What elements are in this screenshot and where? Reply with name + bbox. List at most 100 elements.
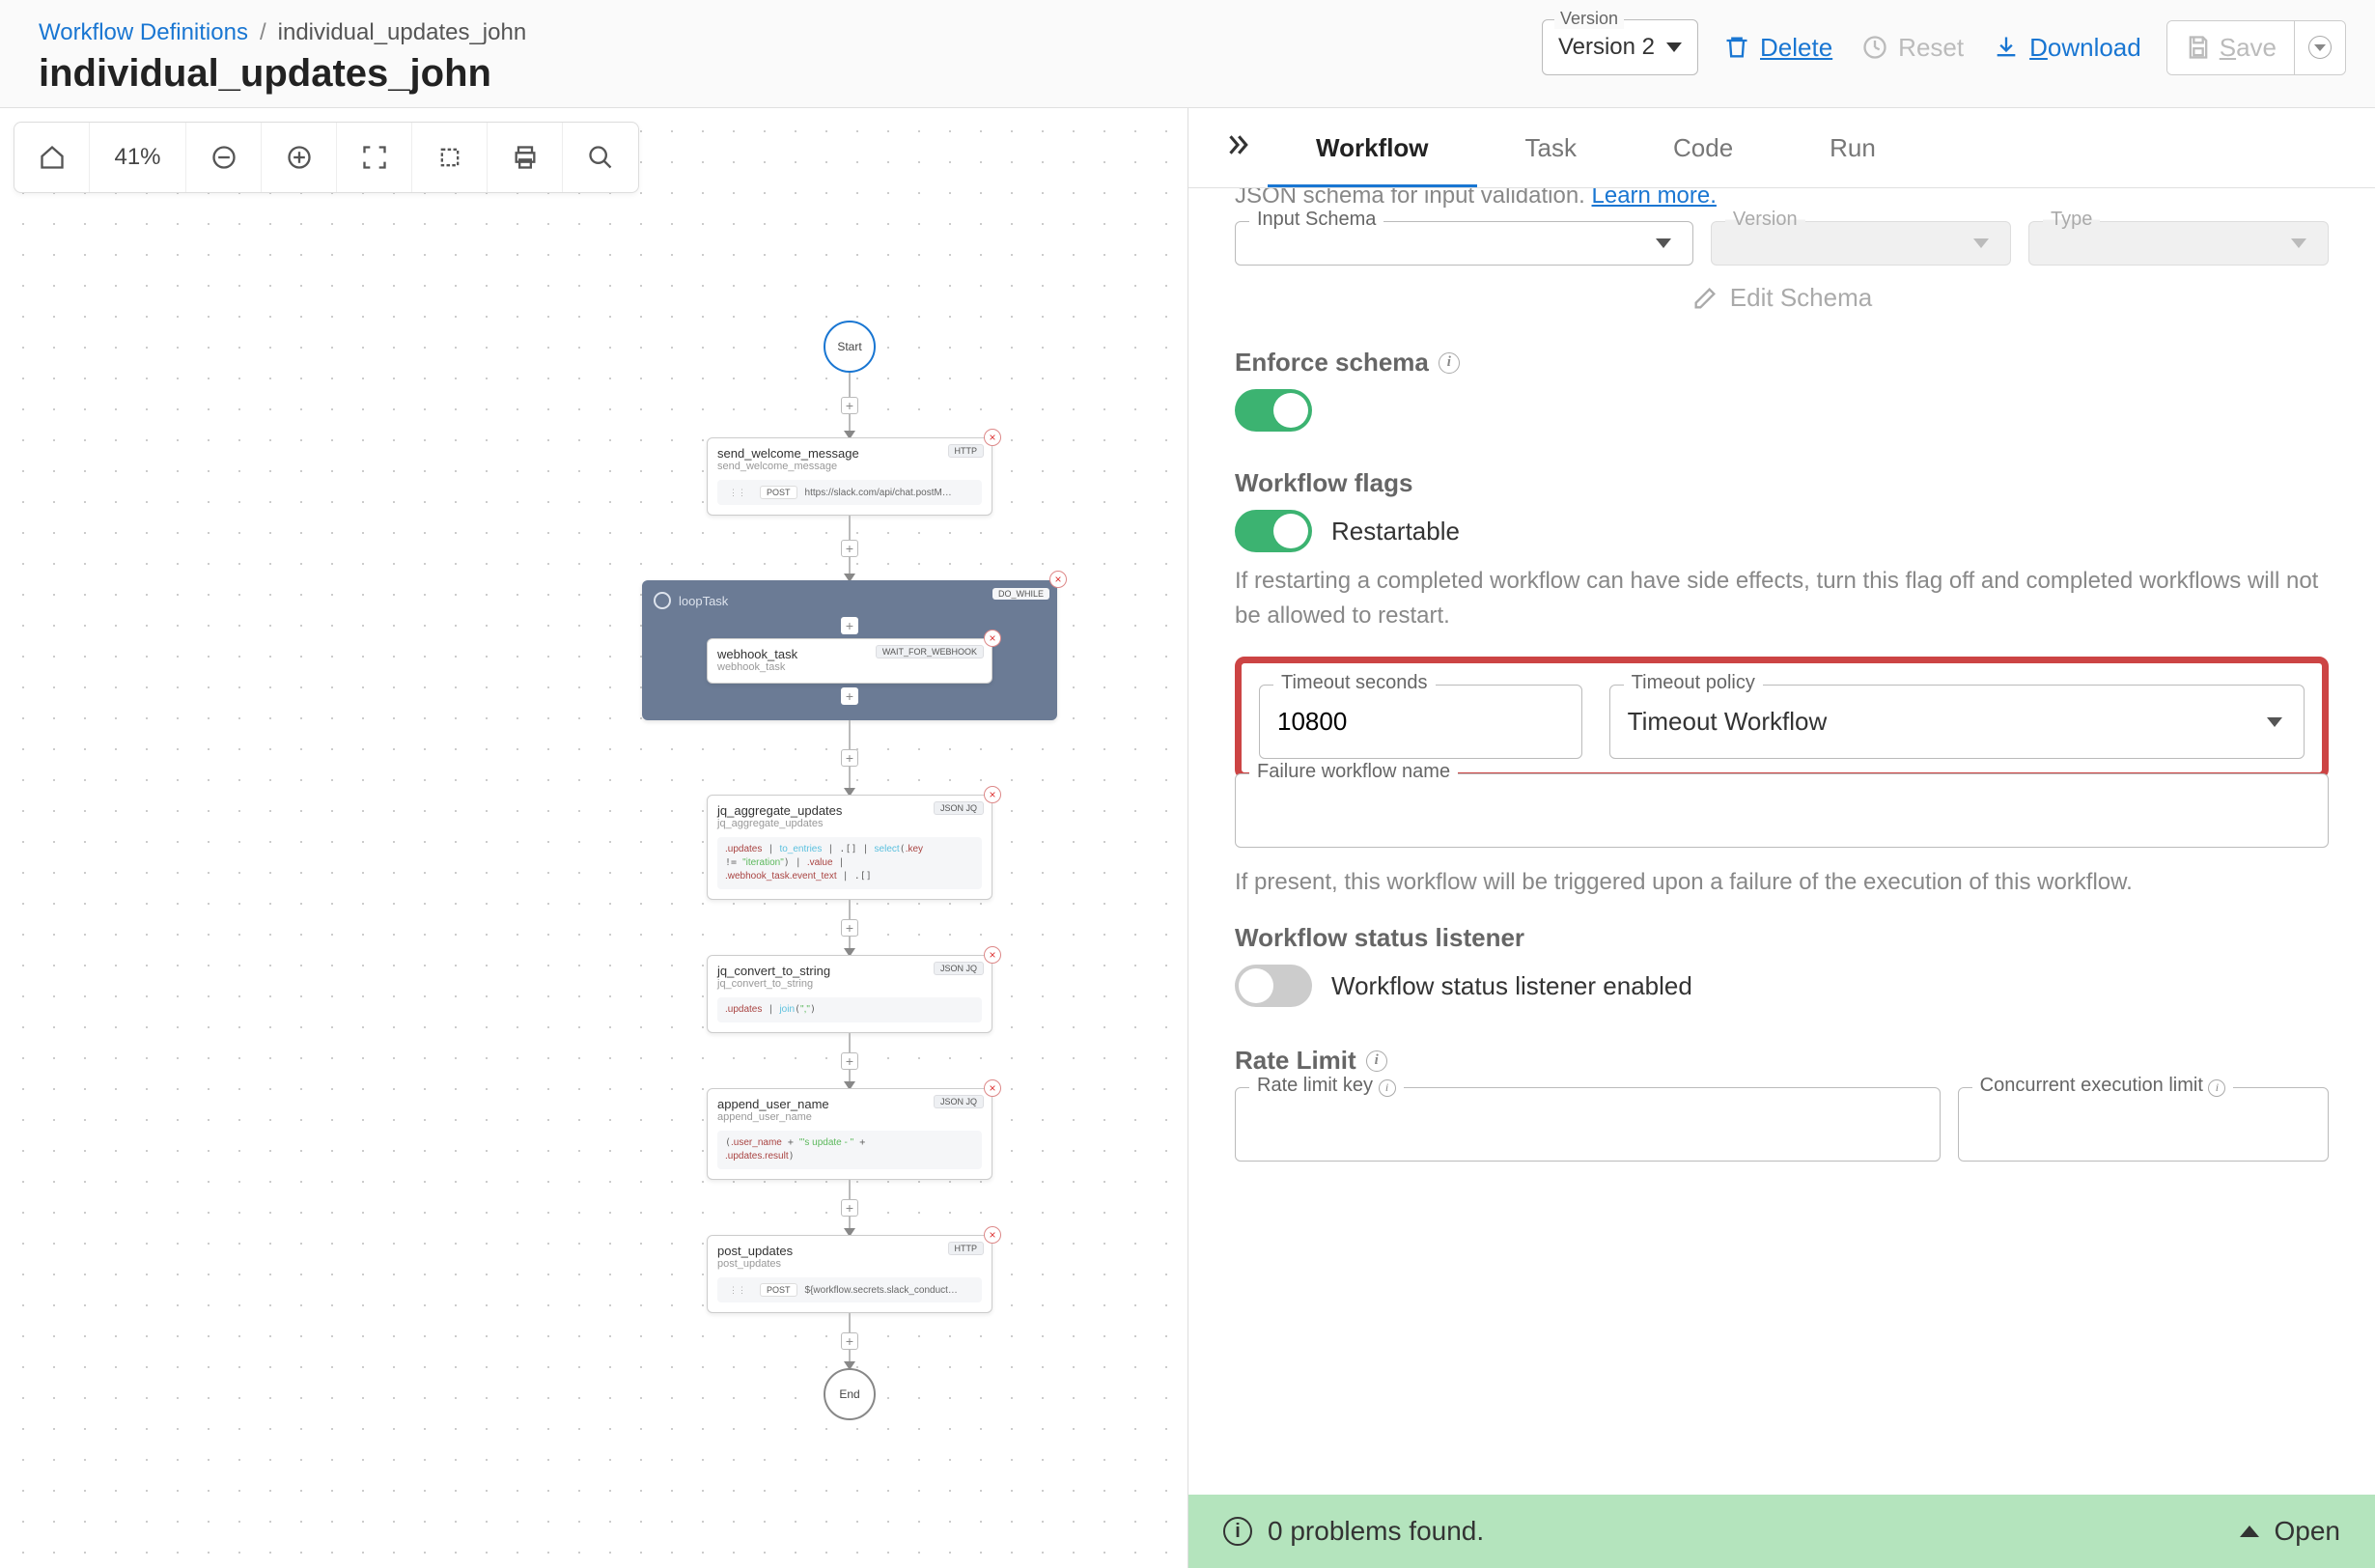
add-node-button[interactable]: + bbox=[841, 1052, 858, 1070]
plus-circle-icon bbox=[286, 144, 313, 171]
add-node-button[interactable]: + bbox=[841, 1199, 858, 1217]
input-schema-select[interactable]: Input Schema bbox=[1235, 221, 1693, 266]
concurrent-limit-input[interactable] bbox=[1976, 1109, 2310, 1139]
task-subtitle: append_user_name bbox=[717, 1111, 982, 1123]
add-node-button[interactable]: + bbox=[841, 397, 858, 414]
tab-task[interactable]: Task bbox=[1477, 108, 1625, 187]
page-title: individual_updates_john bbox=[39, 52, 526, 96]
info-circle-icon: i bbox=[1223, 1517, 1252, 1546]
failure-workflow-input[interactable] bbox=[1253, 796, 2310, 826]
close-icon[interactable]: × bbox=[984, 429, 1001, 446]
minus-circle-icon bbox=[210, 144, 238, 171]
zoom-out-button[interactable] bbox=[186, 123, 262, 192]
end-node[interactable]: End bbox=[824, 1368, 876, 1420]
workflow-diagram: Start + × HTTP send_welcome_message send… bbox=[657, 321, 1043, 1420]
task-badge: WAIT_FOR_WEBHOOK bbox=[876, 645, 984, 658]
field-label: Rate limit key i bbox=[1249, 1075, 1404, 1097]
task-node-jq-convert[interactable]: × JSON JQ jq_convert_to_string jq_conver… bbox=[707, 955, 992, 1033]
edit-schema-button[interactable]: Edit Schema bbox=[1235, 283, 2329, 313]
field-label: Timeout policy bbox=[1624, 672, 1763, 694]
status-listener-toggle[interactable] bbox=[1235, 965, 1312, 1007]
task-title: post_updates bbox=[717, 1244, 982, 1258]
task-node-append-user[interactable]: × JSON JQ append_user_name append_user_n… bbox=[707, 1088, 992, 1180]
rate-limit-key-field[interactable]: Rate limit key i bbox=[1235, 1087, 1941, 1162]
http-url: https://slack.com/api/chat.postM… bbox=[805, 488, 952, 498]
field-label: Type bbox=[2043, 209, 2100, 231]
add-node-button[interactable]: + bbox=[841, 1332, 858, 1350]
timeout-seconds-field[interactable]: Timeout seconds bbox=[1259, 685, 1582, 759]
add-node-button[interactable]: + bbox=[841, 919, 858, 937]
concurrent-limit-field[interactable]: Concurrent execution limit i bbox=[1958, 1087, 2329, 1162]
home-button[interactable] bbox=[14, 123, 90, 192]
breadcrumb-sep: / bbox=[260, 19, 266, 46]
save-button-group: Save bbox=[2166, 20, 2346, 75]
task-node-send-welcome[interactable]: × HTTP send_welcome_message send_welcome… bbox=[707, 437, 992, 516]
task-subtitle: jq_aggregate_updates bbox=[717, 818, 982, 829]
enforce-schema-toggle[interactable] bbox=[1235, 389, 1312, 432]
workflow-flags-heading: Workflow flags bbox=[1235, 468, 2329, 498]
loop-node[interactable]: × DO_WHILE loopTask + × WAIT_FOR_WEBHOOK… bbox=[642, 580, 1057, 720]
close-icon[interactable]: × bbox=[1049, 571, 1067, 588]
close-icon[interactable]: × bbox=[984, 1079, 1001, 1097]
task-subtitle: jq_convert_to_string bbox=[717, 978, 982, 990]
zoom-level[interactable]: 41% bbox=[90, 123, 186, 192]
collapse-panel-button[interactable] bbox=[1208, 115, 1268, 182]
restartable-label: Restartable bbox=[1331, 517, 1460, 546]
add-node-button[interactable]: + bbox=[841, 687, 858, 705]
tab-workflow[interactable]: Workflow bbox=[1268, 108, 1477, 187]
info-icon[interactable]: i bbox=[1379, 1079, 1396, 1097]
reset-button[interactable]: Reset bbox=[1858, 27, 1968, 69]
task-subtitle: post_updates bbox=[717, 1258, 982, 1270]
info-icon[interactable]: i bbox=[1366, 1050, 1387, 1072]
tab-code[interactable]: Code bbox=[1625, 108, 1781, 187]
save-dropdown[interactable] bbox=[2295, 21, 2345, 74]
search-button[interactable] bbox=[563, 123, 638, 192]
print-button[interactable] bbox=[488, 123, 563, 192]
rate-limit-key-input[interactable] bbox=[1253, 1109, 1922, 1139]
problems-bar[interactable]: i 0 problems found. Open bbox=[1188, 1495, 2375, 1568]
breadcrumb-root-link[interactable]: Workflow Definitions bbox=[39, 19, 248, 46]
download-button[interactable]: Download bbox=[1989, 27, 2145, 69]
task-badge: JSON JQ bbox=[934, 1095, 984, 1108]
task-node-post-updates[interactable]: × HTTP post_updates post_updates ⋮⋮ POST… bbox=[707, 1235, 992, 1313]
info-icon[interactable]: i bbox=[1439, 352, 1460, 374]
close-icon[interactable]: × bbox=[984, 946, 1001, 964]
task-node-jq-aggregate[interactable]: × JSON JQ jq_aggregate_updates jq_aggreg… bbox=[707, 795, 992, 900]
version-select[interactable]: Version Version 2 bbox=[1542, 19, 1698, 75]
close-icon[interactable]: × bbox=[984, 786, 1001, 803]
http-method-pill: POST bbox=[760, 486, 797, 499]
start-node[interactable]: Start bbox=[824, 321, 876, 373]
reset-icon bbox=[1861, 34, 1888, 61]
delete-button[interactable]: Delete bbox=[1719, 27, 1836, 69]
timeout-policy-select[interactable]: Timeout policy Timeout Workflow bbox=[1609, 685, 2305, 759]
tab-run[interactable]: Run bbox=[1781, 108, 1924, 187]
http-method-pill: POST bbox=[760, 1283, 797, 1297]
add-node-button[interactable]: + bbox=[841, 540, 858, 557]
side-body: JSON schema for input validation. Learn … bbox=[1188, 188, 2375, 1495]
fit-button[interactable] bbox=[337, 123, 412, 192]
info-icon[interactable]: i bbox=[2208, 1079, 2225, 1097]
breadcrumb-current: individual_updates_john bbox=[278, 19, 527, 46]
loop-title: loopTask bbox=[679, 594, 728, 608]
zoom-in-button[interactable] bbox=[262, 123, 337, 192]
task-node-webhook[interactable]: × WAIT_FOR_WEBHOOK webhook_task webhook_… bbox=[707, 638, 992, 684]
failure-workflow-field[interactable]: Failure workflow name bbox=[1235, 773, 2329, 848]
canvas[interactable]: 41% bbox=[0, 108, 1188, 1568]
chevron-down-circle-icon bbox=[2308, 36, 2332, 59]
close-icon[interactable]: × bbox=[984, 1226, 1001, 1244]
timeout-policy-value: Timeout Workflow bbox=[1628, 707, 1828, 737]
close-icon[interactable]: × bbox=[984, 630, 1001, 647]
side-panel: Workflow Task Code Run JSON schema for i… bbox=[1188, 108, 2375, 1568]
field-label: Timeout seconds bbox=[1273, 672, 1436, 694]
rate-limit-heading: Rate Limit i bbox=[1235, 1046, 2329, 1076]
select-button[interactable] bbox=[412, 123, 488, 192]
save-button[interactable]: Save bbox=[2167, 21, 2295, 74]
learn-more-link[interactable]: Learn more. bbox=[1592, 188, 1717, 209]
add-node-button[interactable]: + bbox=[841, 617, 858, 634]
restartable-toggle[interactable] bbox=[1235, 510, 1312, 552]
add-node-button[interactable]: + bbox=[841, 749, 858, 767]
http-url: ${workflow.secrets.slack_conduct… bbox=[805, 1285, 958, 1296]
timeout-seconds-input[interactable] bbox=[1277, 707, 1564, 737]
loop-badge: DO_WHILE bbox=[992, 588, 1049, 600]
task-subtitle: send_welcome_message bbox=[717, 461, 982, 472]
